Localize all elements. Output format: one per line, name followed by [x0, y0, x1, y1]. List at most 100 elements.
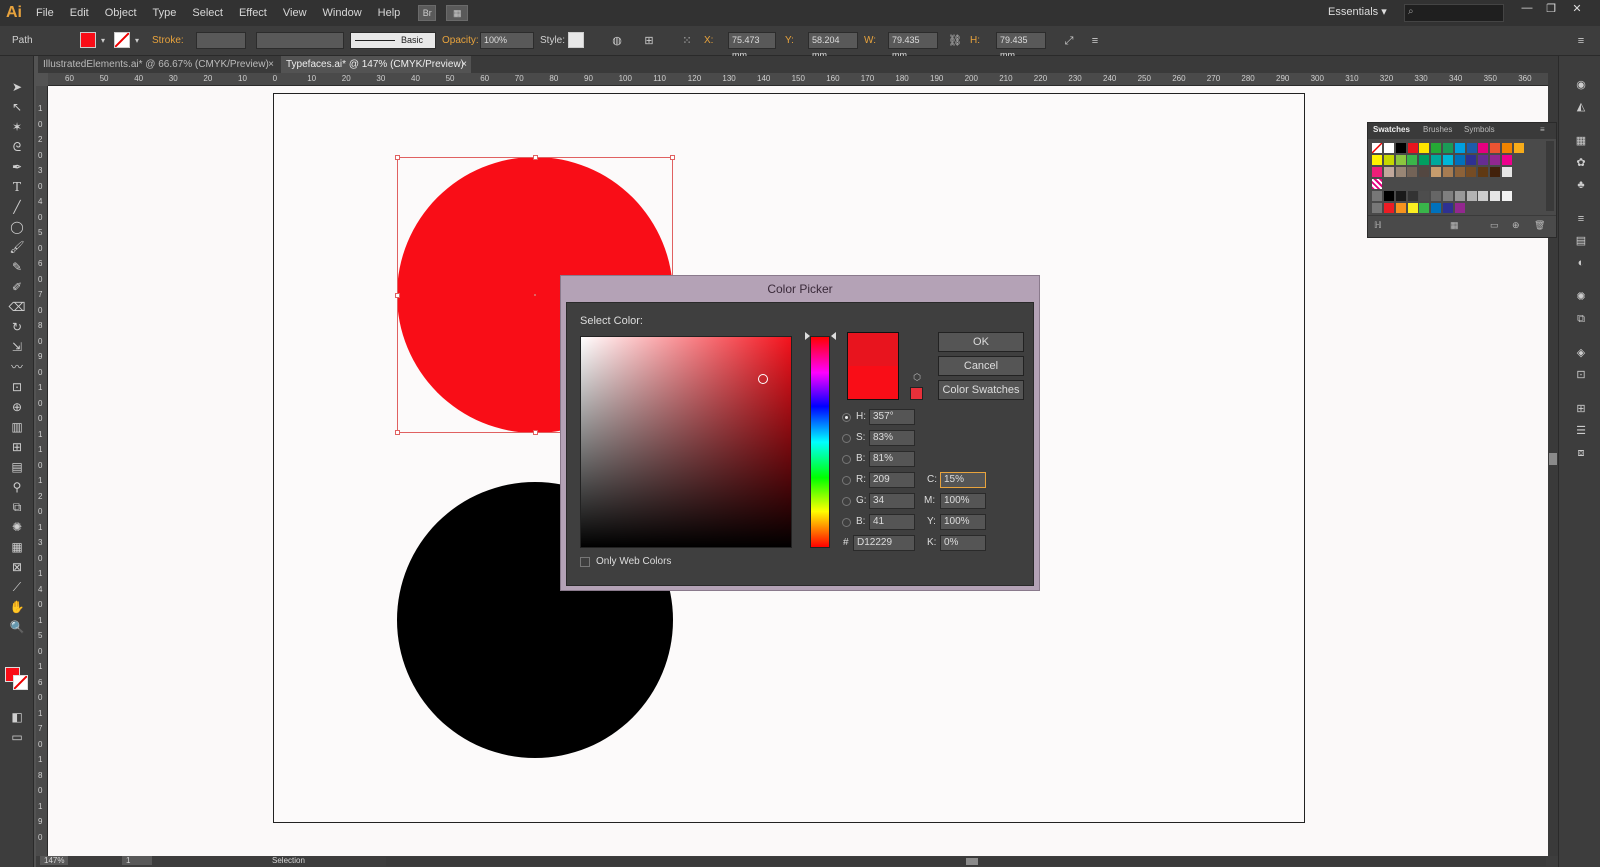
swatch[interactable]	[1431, 155, 1441, 165]
menu-select[interactable]: Select	[184, 0, 231, 26]
swatch[interactable]	[1454, 203, 1465, 213]
swatch[interactable]	[1419, 203, 1430, 213]
w-field[interactable]: 79.435 mm	[888, 32, 938, 60]
swatch[interactable]	[1490, 167, 1500, 177]
menu-help[interactable]: Help	[370, 0, 409, 26]
graphic-style-swatch[interactable]	[568, 32, 584, 48]
close-button[interactable]: ✕	[1566, 2, 1588, 18]
symbol-sprayer-tool-icon[interactable]: ✺	[8, 518, 26, 536]
swatch[interactable]	[1395, 191, 1406, 201]
graphic-styles-icon[interactable]: ⧉	[1573, 312, 1589, 326]
scale-tool-icon[interactable]: ⇲	[8, 338, 26, 356]
magic-wand-tool-icon[interactable]: ✶	[8, 118, 26, 136]
tab-illustrated-elements[interactable]: IllustratedElements.ai* @ 66.67% (CMYK/P…	[38, 56, 278, 73]
y-field[interactable]: 100%	[940, 514, 986, 530]
symbols-icon[interactable]: ♣	[1573, 178, 1589, 192]
warp-tool-icon[interactable]: 〰	[8, 358, 26, 376]
swatch[interactable]	[1407, 203, 1418, 213]
swatch-options-icon[interactable]: ▦	[1450, 220, 1459, 231]
zoom-field[interactable]: 147%	[40, 856, 69, 865]
k-field[interactable]: 0%	[940, 535, 986, 551]
swatch[interactable]	[1431, 167, 1441, 177]
tab-brushes[interactable]: Brushes	[1423, 125, 1452, 134]
color-cursor[interactable]	[758, 374, 768, 384]
swatches-icon[interactable]: ▦	[1573, 134, 1589, 148]
brushes-icon[interactable]: ✿	[1573, 156, 1589, 170]
variable-width-field[interactable]	[256, 32, 344, 49]
transform-icon[interactable]: ⤢	[1062, 34, 1076, 48]
swatch[interactable]	[1478, 143, 1489, 153]
menu-type[interactable]: Type	[145, 0, 185, 26]
swatch[interactable]	[1407, 143, 1418, 153]
blend-tool-icon[interactable]: ⧉	[8, 498, 26, 516]
screen-mode-icon[interactable]: ▭	[8, 728, 26, 746]
swatch-libraries-icon[interactable]: ℍ	[1374, 220, 1382, 231]
c-field[interactable]: 15%	[940, 472, 986, 488]
swatch[interactable]	[1442, 155, 1453, 165]
draw-mode-icon[interactable]: ◧	[8, 708, 26, 726]
constrain-proportions-icon[interactable]: ⛓	[948, 34, 962, 48]
color-swatches-button[interactable]: Color Swatches	[938, 380, 1024, 400]
type-tool-icon[interactable]: T	[8, 178, 26, 196]
stroke-dropdown-icon[interactable]: ▾	[130, 34, 144, 48]
swatch[interactable]	[1383, 155, 1394, 165]
color-group-folder-icon[interactable]	[1372, 191, 1382, 201]
swatch[interactable]	[1454, 167, 1465, 177]
opacity-label[interactable]: Opacity:	[442, 35, 479, 46]
shape-builder-tool-icon[interactable]: ⊕	[8, 398, 26, 416]
g-radio[interactable]	[842, 497, 851, 506]
tab-swatches[interactable]: Swatches	[1373, 125, 1410, 134]
tab-symbols[interactable]: Symbols	[1464, 125, 1495, 134]
swatch[interactable]	[1395, 143, 1406, 153]
recolor-artwork-icon[interactable]: ◍	[610, 34, 624, 48]
swatch[interactable]	[1442, 167, 1453, 177]
workspace-switcher[interactable]: Essentials ▾	[1328, 5, 1387, 18]
resize-handle[interactable]	[533, 430, 538, 435]
hue-slider[interactable]	[810, 336, 830, 548]
color-group-folder-icon[interactable]	[1372, 203, 1382, 213]
menu-file[interactable]: File	[28, 0, 62, 26]
swatch[interactable]	[1466, 191, 1477, 201]
pathfinder-icon[interactable]: ⧈	[1573, 446, 1589, 460]
brush-definition-field[interactable]: Basic	[350, 32, 436, 49]
swatch[interactable]	[1490, 155, 1500, 165]
swatch[interactable]	[1443, 203, 1453, 213]
ellipse-tool-icon[interactable]: ◯	[8, 218, 26, 236]
swatch[interactable]	[1431, 203, 1442, 213]
resize-handle[interactable]	[670, 155, 675, 160]
stroke-swatch[interactable]	[114, 32, 130, 48]
resize-handle[interactable]	[395, 155, 400, 160]
fill-swatch[interactable]	[80, 32, 96, 48]
color-guide-icon[interactable]: ◉	[1573, 78, 1589, 92]
scroll-thumb[interactable]	[1549, 453, 1557, 465]
swatch[interactable]	[1454, 155, 1465, 165]
cancel-button[interactable]: Cancel	[938, 356, 1024, 376]
delete-swatch-icon[interactable]: 🗑	[1534, 220, 1545, 231]
swatch-pattern[interactable]	[1372, 179, 1382, 189]
r-field[interactable]: 209	[869, 472, 915, 488]
swatch[interactable]	[1372, 155, 1382, 165]
h-radio[interactable]	[842, 413, 851, 422]
slice-tool-icon[interactable]: ⟋	[8, 578, 26, 596]
panel-menu-icon[interactable]: ≡	[1574, 34, 1588, 48]
menu-view[interactable]: View	[275, 0, 315, 26]
swatch[interactable]	[1431, 143, 1442, 153]
stroke-weight-field[interactable]	[196, 32, 246, 49]
transform-icon[interactable]: ⊞	[1573, 402, 1589, 416]
close-icon[interactable]: ×	[268, 56, 274, 73]
pencil-tool-icon[interactable]: ✎	[8, 258, 26, 276]
hex-field[interactable]: D12229	[853, 535, 915, 551]
swatch[interactable]	[1501, 167, 1512, 177]
g-field[interactable]: 34	[869, 493, 915, 509]
resize-handle[interactable]	[533, 155, 538, 160]
align-icon[interactable]: ☰	[1573, 424, 1589, 438]
blue-radio[interactable]	[842, 518, 851, 527]
artboards-icon[interactable]: ⊡	[1573, 368, 1589, 382]
swatch[interactable]	[1419, 143, 1430, 153]
restore-button[interactable]: ❐	[1540, 2, 1562, 18]
blue-field[interactable]: 41	[869, 514, 915, 530]
gradient-tool-icon[interactable]: ▤	[8, 458, 26, 476]
line-tool-icon[interactable]: ╱	[8, 198, 26, 216]
eyedropper-tool-icon[interactable]: ⚲	[8, 478, 26, 496]
pen-tool-icon[interactable]: ✒	[8, 158, 26, 176]
